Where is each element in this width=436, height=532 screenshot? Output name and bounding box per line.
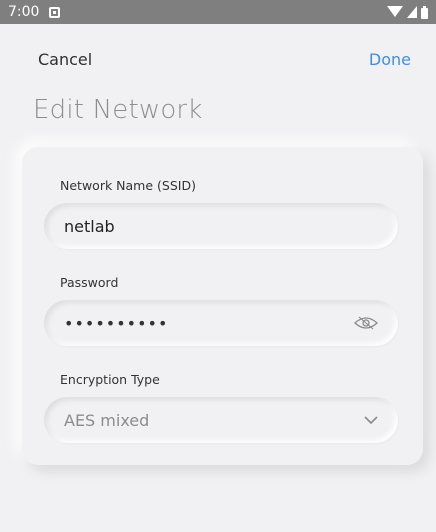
password-label: Password	[60, 275, 119, 290]
ssid-value: netlab	[64, 216, 115, 236]
battery-icon	[421, 5, 428, 19]
chevron-down-icon	[364, 415, 378, 425]
page-title: Edit Network	[33, 95, 203, 125]
cell-signal-icon	[407, 6, 417, 18]
wifi-icon	[387, 6, 403, 17]
encryption-select[interactable]: AES mixed	[44, 397, 398, 443]
password-field[interactable]: ••••••••••	[44, 300, 398, 346]
eye-icon[interactable]	[354, 316, 378, 330]
done-button[interactable]: Done	[369, 50, 411, 69]
ssid-label: Network Name (SSID)	[60, 178, 196, 193]
encryption-value: AES mixed	[64, 410, 150, 430]
encryption-label: Encryption Type	[60, 372, 160, 387]
ssid-field[interactable]: netlab	[44, 203, 398, 249]
cancel-button[interactable]: Cancel	[38, 50, 92, 69]
status-icons	[387, 5, 428, 19]
password-value: ••••••••••	[64, 313, 169, 333]
navigation-bar: Cancel Done	[38, 46, 411, 72]
sim-card-icon	[49, 6, 61, 18]
status-time: 7:00	[8, 4, 40, 20]
status-bar: 7:00	[0, 0, 436, 24]
network-form-card: Network Name (SSID) netlab Password ••••…	[22, 147, 423, 465]
